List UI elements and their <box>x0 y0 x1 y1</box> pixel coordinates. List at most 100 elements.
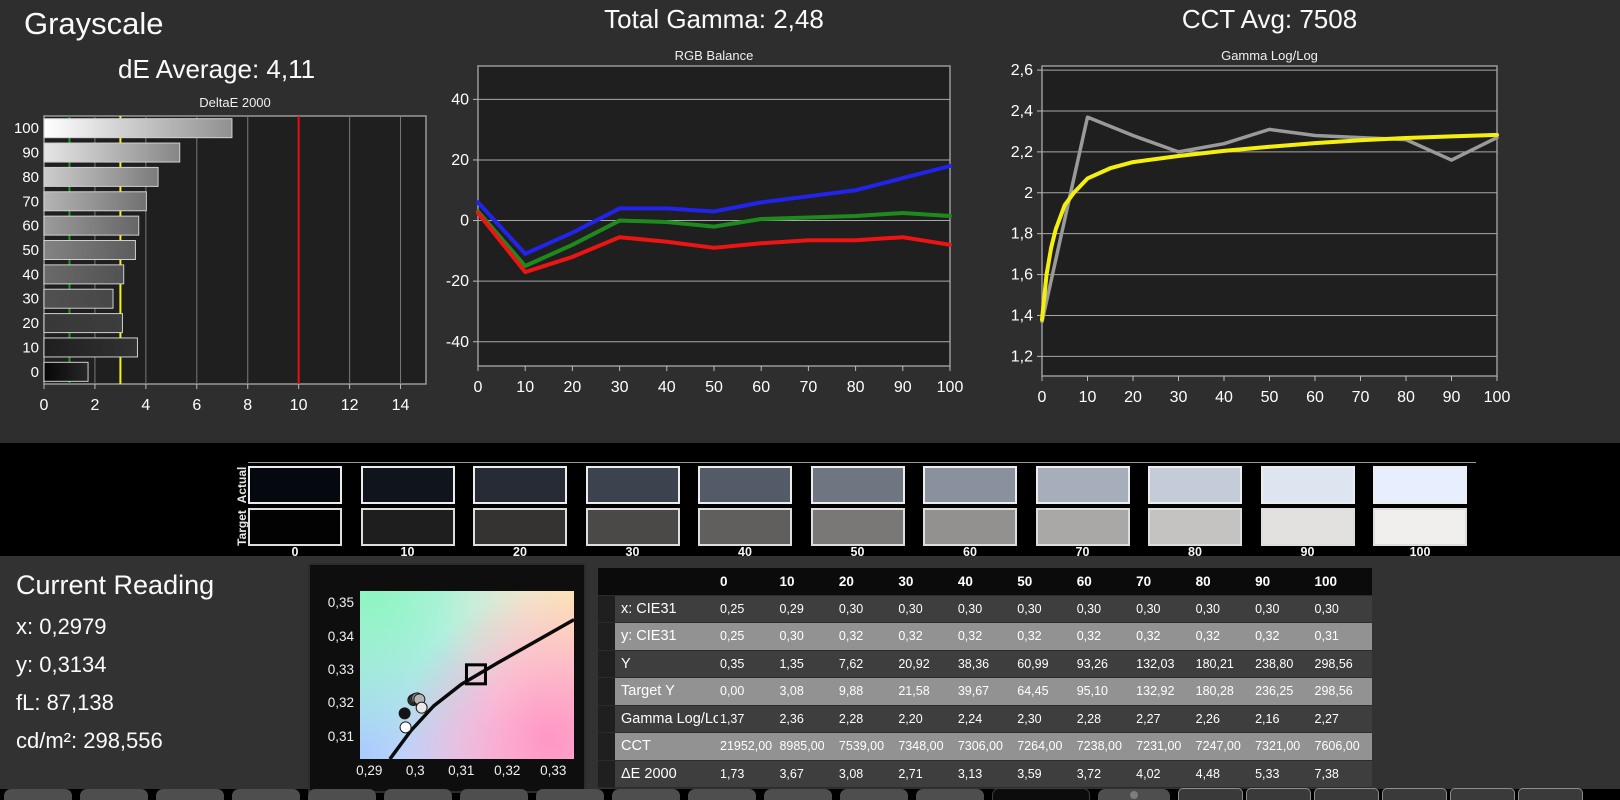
table-cell: 0,35 <box>720 656 745 671</box>
reading-fl: fL: 87,138 <box>16 690 114 715</box>
deltae-bar-30 <box>43 288 114 309</box>
charts-section: Grayscale dE Average: 4,11 DeltaE 2000 0… <box>0 0 1620 443</box>
table-cell: 0,32 <box>1076 629 1102 644</box>
bottom-tab-8[interactable] <box>612 789 680 800</box>
bottom-tab-13[interactable] <box>992 788 1090 800</box>
bottom-tab-6[interactable] <box>460 789 528 800</box>
table-edge-cell <box>598 623 615 650</box>
table-row-target-y: Target Y 0,00 3,08 9,88 21,58 39,67 64,45 95,10… <box>598 678 1372 706</box>
bottom-tab-16[interactable] <box>1246 788 1311 800</box>
deltae-bar-100 <box>43 118 233 139</box>
x-tick-label: 100 <box>937 379 964 396</box>
bar-category-label: 30 <box>22 291 39 308</box>
cie-x-tick-label: 0,3 <box>405 763 425 778</box>
cie-x-tick-label: 0,29 <box>356 763 383 778</box>
bottom-tab-18[interactable] <box>1382 788 1447 800</box>
bottom-tab-0[interactable] <box>4 789 72 800</box>
bottom-tab-14[interactable] <box>1098 789 1170 800</box>
bottom-tab-15[interactable] <box>1178 788 1243 800</box>
swatch-target-80 <box>1148 508 1242 546</box>
reading-y: y: 0,3134 <box>16 652 107 677</box>
table-cell: 0,25 <box>720 629 745 644</box>
table-cell: 3,08 <box>838 766 864 781</box>
table-cell: 4,02 <box>1136 766 1161 781</box>
table-cell: 0,30 <box>779 629 804 644</box>
x-tick-label: 0 <box>474 379 483 396</box>
x-tick-label: 6 <box>192 397 201 414</box>
y-tick-label: -20 <box>446 273 469 290</box>
bottom-tab-7[interactable] <box>536 789 604 800</box>
swatch-target-100 <box>1373 508 1467 546</box>
table-cell: 0,30 <box>898 601 923 616</box>
table-cell: 0,30 <box>1136 601 1161 616</box>
cie-measurement-point <box>398 707 411 720</box>
table-cell: 0,29 <box>779 601 804 616</box>
table-edge-cell <box>598 705 615 732</box>
table-cell: 0,32 <box>898 629 923 644</box>
bar-category-label: 80 <box>22 169 39 186</box>
de-average-value: dE Average: 4,11 <box>118 54 316 84</box>
y-tick-label: 2,6 <box>1011 62 1033 79</box>
grayscale-title: Grayscale <box>24 6 164 41</box>
table-cell: 2,24 <box>957 711 983 726</box>
table-cell: 3,59 <box>1017 766 1042 781</box>
table-cell: 0,30 <box>1195 601 1220 616</box>
x-tick-label: 30 <box>611 379 629 396</box>
bottom-tab-20[interactable] <box>1518 788 1583 800</box>
reading-section: Current Reading x: 0,2979 y: 0,3134 fL: … <box>0 556 1620 793</box>
table-column-header: 100 <box>1314 573 1338 589</box>
table-cell: 1,73 <box>720 766 745 781</box>
table-cell: 1,35 <box>779 656 804 671</box>
bottom-tab-9[interactable] <box>688 789 756 800</box>
table-cell: 238,80 <box>1255 656 1294 671</box>
table-cell: 2,28 <box>1076 711 1102 726</box>
bottom-tab-5[interactable] <box>384 789 452 800</box>
swatch-actual-30 <box>585 466 680 504</box>
swatch-actual-90 <box>1260 466 1355 504</box>
y-tick-label: -40 <box>446 334 469 351</box>
cie-measurement-point <box>399 721 412 734</box>
bottom-tab-1[interactable] <box>80 789 148 800</box>
swatch-actual-60 <box>923 466 1017 504</box>
bottom-tab-12[interactable] <box>916 789 984 800</box>
table-cell: 2,16 <box>1255 711 1280 726</box>
table-cell: 0,00 <box>720 684 745 699</box>
y-tick-label: 1,6 <box>1011 267 1033 284</box>
table-cell: 132,92 <box>1136 684 1175 699</box>
table-cell: 180,21 <box>1195 656 1234 671</box>
plot-area <box>1041 65 1498 377</box>
table-cell: 0,30 <box>957 601 983 616</box>
bottom-tab-2[interactable] <box>156 789 224 800</box>
cie-y-tick-label: 0,33 <box>327 662 354 677</box>
x-tick-label: 60 <box>1306 389 1324 406</box>
swatch-target-10 <box>360 508 455 546</box>
x-tick-label: 80 <box>1397 389 1415 406</box>
table-cell: 7348,00 <box>898 739 944 754</box>
x-tick-label: 30 <box>1170 389 1188 406</box>
y-tick-label: 1,8 <box>1011 226 1033 243</box>
bottom-tab-17[interactable] <box>1314 788 1379 800</box>
bottom-tab-10[interactable] <box>764 789 832 800</box>
bottom-tab-11[interactable] <box>840 789 908 800</box>
x-tick-label: 70 <box>800 379 818 396</box>
y-tick-label: 0 <box>460 213 469 230</box>
x-tick-label: 8 <box>243 397 252 414</box>
bar-category-label: 100 <box>14 120 39 137</box>
x-tick-label: 4 <box>141 397 150 414</box>
x-tick-label: 10 <box>516 379 534 396</box>
table-cell: 0,32 <box>1195 629 1220 644</box>
bottom-tab-4[interactable] <box>308 789 376 800</box>
swatch-actual-70 <box>1035 466 1130 504</box>
table-column-header: 0 <box>720 573 728 589</box>
table-cell: 7321,00 <box>1255 739 1301 754</box>
cie-x-tick-label: 0,33 <box>540 763 567 778</box>
x-tick-label: 50 <box>1261 389 1279 406</box>
bottom-tab-3[interactable] <box>232 789 300 800</box>
table-cell: 0,32 <box>1017 629 1042 644</box>
table-cell: 2,27 <box>1314 711 1339 726</box>
y-tick-label: 2,2 <box>1011 144 1033 161</box>
x-tick-label: 10 <box>1079 389 1097 406</box>
table-edge-cell <box>598 678 615 705</box>
bottom-tab-19[interactable] <box>1450 788 1515 800</box>
table-cell: 2,71 <box>898 766 923 781</box>
